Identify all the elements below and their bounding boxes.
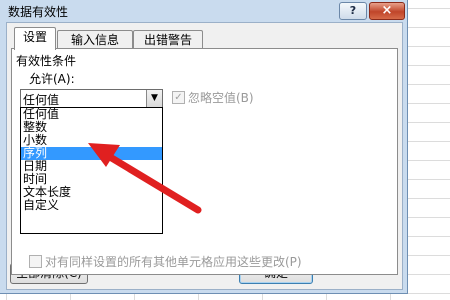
allow-label: 允许(A):	[29, 72, 75, 86]
apply-to-all-label: 对有同样设置的所有其他单元格应用这些更改(P)	[45, 255, 302, 269]
chevron-down-icon[interactable]: ▼	[146, 90, 162, 107]
allow-select[interactable]: 任何值 ▼	[20, 89, 163, 108]
close-button[interactable]: ×	[369, 2, 405, 20]
ignore-blank-label: 忽略空值(B)	[188, 91, 254, 105]
tab-input-message[interactable]: 输入信息	[57, 30, 133, 49]
ignore-blank-checkbox[interactable]: ✓	[172, 91, 185, 104]
settings-panel: 有效性条件 允许(A): 任何值 ▼ ✓ 忽略空值(B) 任何值 整数 小数 序…	[11, 48, 398, 275]
validation-criteria-label: 有效性条件	[16, 54, 77, 68]
dropdown-option-custom[interactable]: 自定义	[21, 199, 162, 212]
allow-dropdown-list: 任何值 整数 小数 序列 日期 时间 文本长度 自定义	[20, 107, 163, 234]
help-button[interactable]: ?	[339, 2, 367, 20]
tab-settings[interactable]: 设置	[14, 27, 56, 50]
tab-error-alert[interactable]: 出错警告	[133, 30, 203, 49]
dialog-body: 设置 输入信息 出错警告 有效性条件 允许(A): 任何值 ▼ ✓ 忽略空值(B…	[6, 22, 403, 290]
data-validation-dialog: 数据有效性 ? × 设置 输入信息 出错警告 有效性条件 允许(A): 任何值 …	[0, 0, 408, 294]
title-bar[interactable]: 数据有效性 ? ×	[0, 0, 407, 22]
apply-to-all-checkbox[interactable]	[29, 255, 42, 268]
dialog-title: 数据有效性	[8, 5, 69, 19]
allow-select-value: 任何值	[23, 93, 60, 107]
